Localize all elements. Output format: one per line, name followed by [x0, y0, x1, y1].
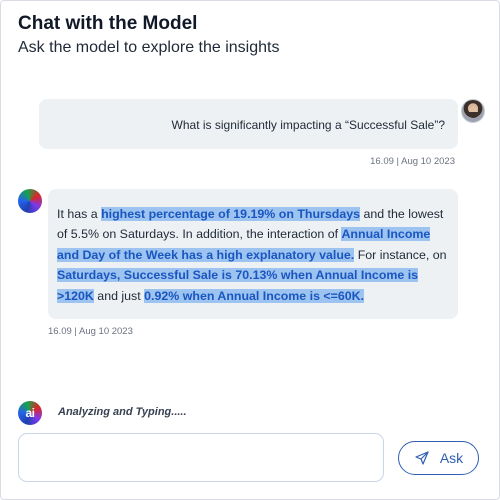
assistant-highlight: highest percentage of 19.19% on Thursday… [101, 207, 360, 221]
ask-button[interactable]: Ask [398, 441, 479, 475]
user-message-text: What is significantly impacting a “Succe… [171, 118, 445, 132]
user-message-timestamp: 16.09 | Aug 10 2023 [370, 156, 455, 167]
chat-panel: Chat with the Model Ask the model to exp… [0, 0, 500, 500]
user-avatar [461, 99, 485, 123]
user-message-bubble: What is significantly impacting a “Succe… [39, 99, 458, 149]
assistant-text-segment: It has a [57, 207, 102, 221]
ask-button-label: Ask [439, 450, 464, 466]
typing-indicator: Analyzing and Typing..... [58, 406, 187, 418]
user-avatar-beard [468, 112, 479, 118]
page-subtitle: Ask the model to explore the insights [18, 39, 280, 56]
assistant-avatar-icon [18, 189, 42, 213]
assistant-text-segment: For instance, on [354, 247, 447, 262]
assistant-message-bubble: It has a highest percentage of 19.19% on… [48, 189, 458, 319]
assistant-highlight: 0.92% when Annual Income is <=60K. [144, 288, 365, 303]
typing-avatar-label: ai [25, 406, 35, 420]
assistant-message-text: It has a highest percentage of 19.19% on… [57, 204, 449, 306]
assistant-text-segment: and just [93, 288, 145, 303]
assistant-typing-avatar-icon: ai [18, 401, 42, 425]
assistant-message-timestamp: 16.09 | Aug 10 2023 [48, 326, 133, 337]
send-icon [415, 451, 429, 465]
page-title: Chat with the Model [18, 13, 198, 34]
message-input[interactable] [18, 433, 384, 482]
